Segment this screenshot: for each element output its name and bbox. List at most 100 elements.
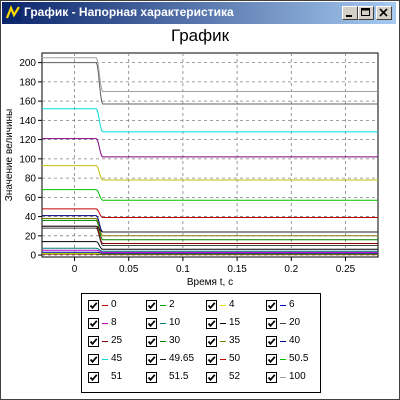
legend-swatch — [160, 377, 166, 378]
legend-checkbox[interactable] — [146, 318, 157, 329]
checkmark-icon — [267, 374, 276, 382]
checkmark-icon — [89, 356, 98, 364]
legend-label: 50 — [229, 353, 241, 364]
legend-checkbox[interactable] — [266, 336, 277, 347]
legend-checkbox[interactable] — [88, 354, 99, 365]
legend-checkbox[interactable] — [266, 300, 277, 311]
legend-label: 20 — [289, 317, 301, 328]
x-tick-label: 0.05 — [119, 264, 139, 275]
checkmark-icon — [207, 374, 216, 382]
legend-swatch — [102, 359, 108, 360]
legend-checkbox[interactable] — [146, 336, 157, 347]
legend-swatch — [160, 305, 166, 306]
legend-swatch — [160, 359, 166, 360]
checkmark-icon — [147, 356, 156, 364]
checkmark-icon — [89, 320, 98, 328]
y-tick-label: 100 — [19, 154, 36, 165]
x-tick-label: 0 — [72, 264, 78, 275]
x-tick-label: 0.2 — [284, 264, 298, 275]
checkmark-icon — [207, 302, 216, 310]
legend-checkbox[interactable] — [146, 300, 157, 311]
legend-label: 30 — [169, 335, 181, 346]
legend-label: 0 — [111, 299, 117, 310]
legend-label: 40 — [289, 335, 301, 346]
legend-checkbox[interactable] — [206, 354, 217, 365]
y-axis-label: Значение величины — [4, 109, 15, 201]
legend-label: 51.5 — [169, 371, 189, 382]
legend-swatch — [280, 341, 286, 342]
legend-label: 50.5 — [289, 353, 309, 364]
checkmark-icon — [147, 338, 156, 346]
legend-checkbox[interactable] — [88, 336, 99, 347]
legend-swatch — [102, 323, 108, 324]
checkmark-icon — [89, 338, 98, 346]
checkmark-icon — [89, 302, 98, 310]
legend-swatch — [220, 323, 226, 324]
legend-swatch — [220, 341, 226, 342]
x-tick-label: 0.25 — [336, 264, 356, 275]
legend-swatch — [280, 323, 286, 324]
checkmark-icon — [147, 320, 156, 328]
legend-label: 52 — [229, 371, 241, 382]
checkmark-icon — [147, 302, 156, 310]
legend-swatch — [220, 305, 226, 306]
checkmark-icon — [267, 356, 276, 364]
checkmark-icon — [89, 374, 98, 382]
legend-label: 100 — [289, 371, 306, 382]
y-tick-label: 180 — [19, 77, 36, 88]
legend-label: 6 — [289, 299, 295, 310]
legend-label: 8 — [111, 317, 117, 328]
checkmark-icon — [207, 356, 216, 364]
legend-swatch — [280, 305, 286, 306]
legend-checkbox[interactable] — [206, 318, 217, 329]
legend-checkbox[interactable] — [206, 372, 217, 383]
legend-checkbox[interactable] — [266, 372, 277, 383]
checkmark-icon — [207, 320, 216, 328]
legend-label: 10 — [169, 317, 181, 328]
y-tick-label: 80 — [25, 174, 37, 185]
legend-swatch — [102, 341, 108, 342]
legend-label: 2 — [169, 299, 175, 310]
checkmark-icon — [267, 302, 276, 310]
y-tick-label: 20 — [25, 231, 37, 242]
y-tick-label: 60 — [25, 193, 37, 204]
legend-checkbox[interactable] — [206, 336, 217, 347]
legend-swatch — [160, 341, 166, 342]
checkmark-icon — [267, 338, 276, 346]
y-tick-label: 200 — [19, 58, 36, 69]
legend-swatch — [280, 359, 286, 360]
legend-checkbox[interactable] — [88, 372, 99, 383]
legend-checkbox[interactable] — [88, 300, 99, 311]
checkmark-icon — [207, 338, 216, 346]
x-tick-label: 0.1 — [176, 264, 190, 275]
y-tick-label: 40 — [25, 212, 37, 223]
x-tick-label: 0.15 — [227, 264, 247, 275]
legend-checkbox[interactable] — [146, 372, 157, 383]
legend-swatch — [102, 305, 108, 306]
legend-swatch — [102, 377, 108, 378]
x-axis-label: Время t, с — [187, 277, 233, 288]
legend-label: 51 — [111, 371, 123, 382]
legend-label: 25 — [111, 335, 123, 346]
checkmark-icon — [147, 374, 156, 382]
legend-checkbox[interactable] — [206, 300, 217, 311]
y-tick-label: 0 — [30, 251, 36, 262]
legend-swatch — [280, 377, 286, 378]
legend-checkbox[interactable] — [266, 354, 277, 365]
y-tick-label: 120 — [19, 135, 36, 146]
legend-label: 4 — [229, 299, 235, 310]
legend-swatch — [160, 323, 166, 324]
chart-legend: 0 2 4 6 8 10 15 20 25 30 35 40 45 49.65 50 50.5 51 51.5 52… — [81, 293, 321, 393]
line-chart: 0 0.05 0.1 0.15 0.2 0.25 0 20 40 60 80 100 120 140 160… — [4, 52, 379, 288]
checkmark-icon — [267, 320, 276, 328]
legend-swatch — [220, 359, 226, 360]
legend-checkbox[interactable] — [266, 318, 277, 329]
legend-label: 15 — [229, 317, 241, 328]
legend-label: 45 — [111, 353, 123, 364]
legend-checkbox[interactable] — [146, 354, 157, 365]
legend-checkbox[interactable] — [88, 318, 99, 329]
legend-label: 49.65 — [169, 353, 195, 364]
legend-swatch — [220, 377, 226, 378]
y-tick-label: 140 — [19, 116, 36, 127]
y-tick-label: 160 — [19, 97, 36, 108]
